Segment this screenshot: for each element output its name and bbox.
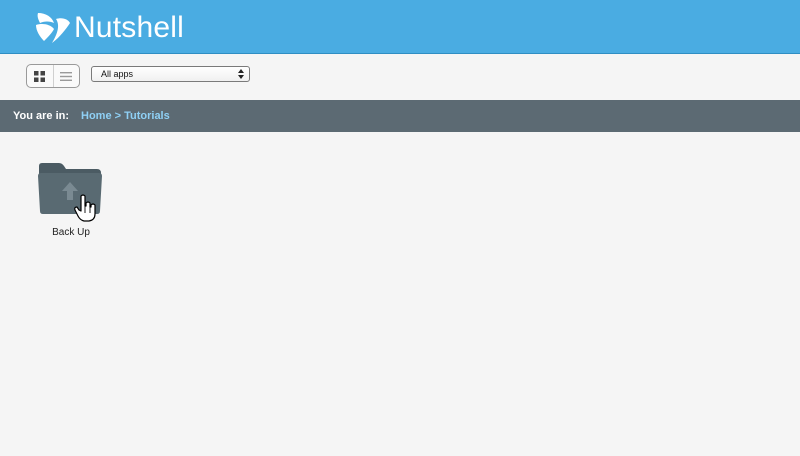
- grid-icon: [34, 70, 46, 82]
- location-bar: You are in: Home > Tutorials: [0, 100, 800, 132]
- folder-label: Back Up: [52, 227, 90, 238]
- app-name: Nutshell: [74, 11, 184, 44]
- folder-up-icon: [38, 163, 102, 214]
- grid-view-button[interactable]: [27, 65, 54, 87]
- list-icon: [60, 71, 73, 81]
- nutshell-logo[interactable]: Nutshell: [32, 7, 184, 47]
- back-up-folder[interactable]: Back Up: [30, 154, 112, 244]
- app-header: Nutshell: [0, 0, 800, 54]
- view-mode-toggle: [26, 64, 80, 88]
- location-label: You are in:: [13, 110, 70, 122]
- nutshell-logo-icon: [36, 13, 70, 43]
- app-filter-value: All apps: [101, 69, 134, 79]
- app-filter-select[interactable]: All apps: [91, 66, 250, 82]
- breadcrumb-path[interactable]: Home > Tutorials: [81, 110, 170, 122]
- breadcrumb: Home > Tutorials: [81, 110, 170, 122]
- list-view-button[interactable]: [54, 65, 80, 87]
- select-arrows-icon: [238, 69, 244, 79]
